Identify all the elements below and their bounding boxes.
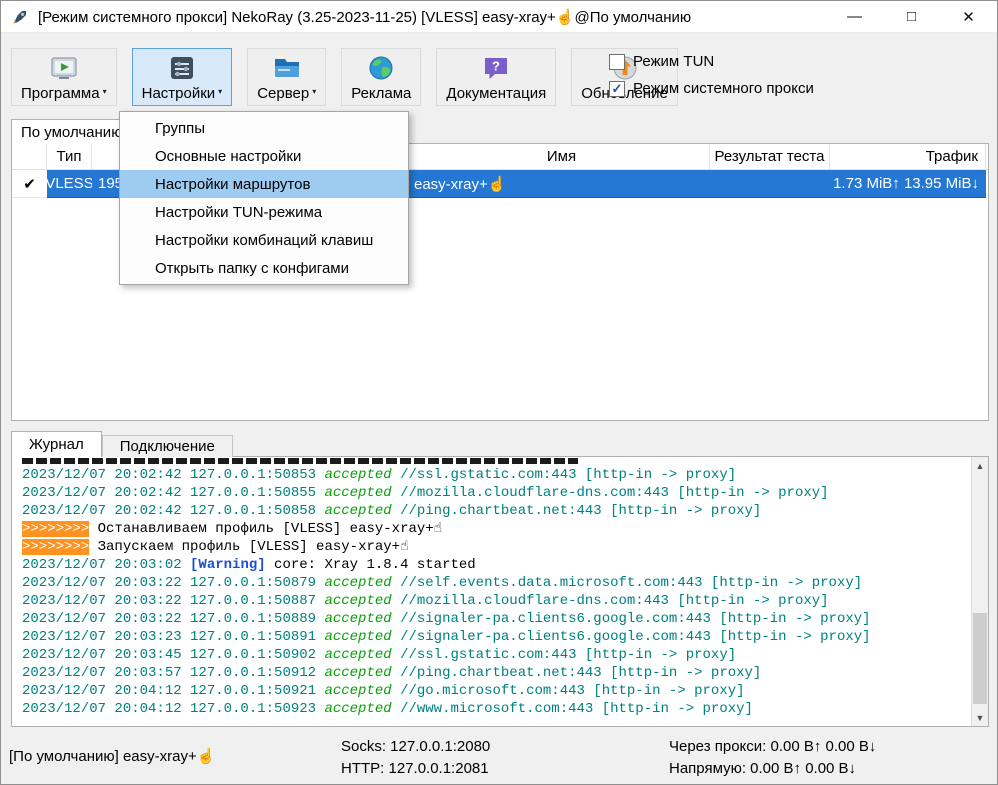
settings-icon: [167, 53, 197, 83]
status-direct: Напрямую: 0.00 B↑ 0.00 B↓: [669, 758, 876, 780]
scroll-up-icon[interactable]: ▲: [972, 457, 988, 474]
status-socks: Socks: 127.0.0.1:2080: [341, 736, 490, 758]
status-via-proxy: Через прокси: 0.00 B↑ 0.00 B↓: [669, 736, 876, 758]
status-traffic-counters: Через прокси: 0.00 B↑ 0.00 B↓ Напрямую: …: [669, 736, 876, 780]
tab-default-group[interactable]: По умолчанию: [11, 119, 124, 144]
toolbar-buttons: Программа▾ Настройки▾ Сервер▾ Реклама: [11, 48, 678, 106]
server-row-name: easy-xray+☝: [408, 170, 710, 198]
log-line: 2023/12/07 20:03:22 127.0.0.1:50879 acce…: [22, 574, 967, 592]
server-row-traffic: 1.73 MiB↑ 13.95 MiB↓: [830, 170, 986, 198]
log-line: >>>>>>>> Запускаем профиль [VLESS] easy-…: [22, 538, 967, 556]
log-line: 2023/12/07 20:03:22 127.0.0.1:50887 acce…: [22, 592, 967, 610]
menu-item[interactable]: Настройки маршрутов: [120, 170, 408, 198]
server-active-check-icon: ✔: [12, 170, 47, 198]
server-row-type: VLESS: [47, 170, 92, 198]
log-line: 2023/12/07 20:02:42 127.0.0.1:50855 acce…: [22, 484, 967, 502]
log-line: 2023/12/07 20:03:57 127.0.0.1:50912 acce…: [22, 664, 967, 682]
statusbar: [По умолчанию] easy-xray+☝ Socks: 127.0.…: [1, 732, 997, 784]
program-icon: [49, 53, 79, 83]
window-controls: — □ ✕: [826, 1, 997, 32]
log-scrollbar[interactable]: ▲ ▼: [971, 457, 988, 726]
ads-button[interactable]: Реклама: [341, 48, 421, 106]
dropdown-arrow-icon: ▾: [312, 83, 316, 102]
menu-item[interactable]: Основные настройки: [120, 142, 408, 170]
menu-item[interactable]: Настройки комбинаций клавиш: [120, 226, 408, 254]
log-line: >>>>>>>> Останавливаем профиль [VLESS] e…: [22, 520, 967, 538]
scrollbar-thumb[interactable]: [973, 613, 987, 704]
tab-default-group-label: По умолчанию: [21, 124, 122, 141]
dropdown-arrow-icon: ▾: [218, 83, 222, 102]
column-header-check[interactable]: [12, 144, 47, 169]
log-line: 2023/12/07 20:03:45 127.0.0.1:50902 acce…: [22, 646, 967, 664]
maximize-button[interactable]: □: [883, 1, 940, 32]
checkbox-icon: [609, 54, 625, 70]
checkbox-icon: ✓: [609, 81, 625, 97]
system-proxy-checkbox[interactable]: ✓ Режим системного прокси: [609, 80, 814, 97]
log-clipped-line: [22, 458, 578, 464]
log-line: 2023/12/07 20:02:42 127.0.0.1:50858 acce…: [22, 502, 967, 520]
settings-button-label: Настройки: [142, 85, 216, 102]
log-line: 2023/12/07 20:04:12 127.0.0.1:50923 acce…: [22, 700, 967, 718]
scroll-down-icon[interactable]: ▼: [972, 709, 988, 726]
log-lines: 2023/12/07 20:02:42 127.0.0.1:50853 acce…: [22, 466, 967, 718]
tab-log[interactable]: Журнал: [11, 431, 102, 457]
program-button[interactable]: Программа▾: [11, 48, 117, 106]
status-active-profile: [По умолчанию] easy-xray+☝: [9, 747, 215, 765]
server-button-label: Сервер: [257, 85, 309, 102]
status-http: HTTP: 127.0.0.1:2081: [341, 758, 490, 780]
documentation-button[interactable]: ? Документация: [436, 48, 556, 106]
menu-item[interactable]: Настройки TUN-режима: [120, 198, 408, 226]
program-button-label: Программа: [21, 85, 100, 102]
toolbar-checkboxes: Режим TUN ✓ Режим системного прокси: [609, 53, 814, 97]
titlebar: [Режим системного прокси] NekoRay (3.25-…: [1, 1, 997, 33]
log-line: 2023/12/07 20:03:22 127.0.0.1:50889 acce…: [22, 610, 967, 628]
tun-mode-label: Режим TUN: [633, 53, 714, 70]
app-icon: [10, 7, 30, 27]
log-content[interactable]: 2023/12/07 20:02:42 127.0.0.1:50853 acce…: [12, 457, 971, 726]
menu-item[interactable]: Группы: [120, 114, 408, 142]
ads-button-label: Реклама: [351, 85, 411, 102]
column-header-name[interactable]: Имя: [408, 144, 710, 169]
log-line: 2023/12/07 20:02:42 127.0.0.1:50853 acce…: [22, 466, 967, 484]
window-title: [Режим системного прокси] NekoRay (3.25-…: [38, 8, 691, 26]
log-line: 2023/12/07 20:03:02 [Warning] core: Xray…: [22, 556, 967, 574]
log-line: 2023/12/07 20:04:12 127.0.0.1:50921 acce…: [22, 682, 967, 700]
system-proxy-label: Режим системного прокси: [633, 80, 814, 97]
close-button[interactable]: ✕: [940, 1, 997, 32]
status-listen-addresses: Socks: 127.0.0.1:2080 HTTP: 127.0.0.1:20…: [341, 736, 490, 780]
settings-menu: ГруппыОсновные настройкиНастройки маршру…: [119, 111, 409, 285]
svg-text:?: ?: [492, 59, 500, 74]
bottom-tabs: Журнал Подключение: [11, 431, 233, 457]
app-window: [Режим системного прокси] NekoRay (3.25-…: [0, 0, 998, 785]
toolbar: Программа▾ Настройки▾ Сервер▾ Реклама: [1, 33, 997, 113]
log-panel: 2023/12/07 20:02:42 127.0.0.1:50853 acce…: [11, 456, 989, 727]
dropdown-arrow-icon: ▾: [103, 83, 107, 102]
settings-button[interactable]: Настройки▾: [132, 48, 233, 106]
tab-connection[interactable]: Подключение: [102, 435, 233, 457]
column-header-traffic[interactable]: Трафик: [830, 144, 986, 169]
minimize-button[interactable]: —: [826, 1, 883, 32]
server-row-test-result: [710, 170, 830, 198]
help-bubble-icon: ?: [481, 53, 511, 83]
menu-item[interactable]: Открыть папку с конфигами: [120, 254, 408, 282]
server-button[interactable]: Сервер▾: [247, 48, 326, 106]
column-header-type[interactable]: Тип: [47, 144, 92, 169]
server-icon: [272, 53, 302, 83]
column-header-test-result[interactable]: Результат теста: [710, 144, 830, 169]
log-line: 2023/12/07 20:03:23 127.0.0.1:50891 acce…: [22, 628, 967, 646]
tun-mode-checkbox[interactable]: Режим TUN: [609, 53, 814, 70]
documentation-button-label: Документация: [446, 85, 546, 102]
globe-icon: [366, 53, 396, 83]
